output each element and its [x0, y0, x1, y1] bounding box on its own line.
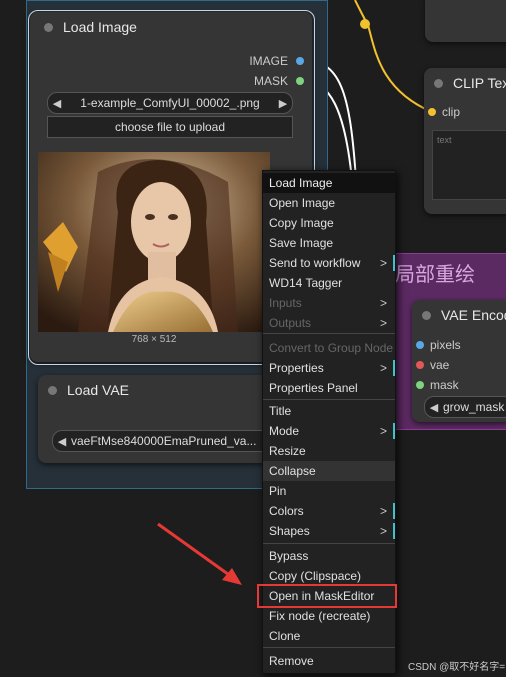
node-status-dot [434, 78, 443, 88]
node-status-dot [48, 385, 57, 395]
menu-item-shapes[interactable]: Shapes > [263, 521, 395, 541]
submenu-indicator [393, 423, 395, 439]
grow-mask-value: grow_mask [443, 400, 505, 414]
menu-separator [263, 333, 395, 334]
submenu-indicator [393, 360, 395, 376]
menu-item-label: Clone [269, 629, 301, 643]
menu-item-label: Shapes [269, 524, 310, 538]
menu-item-label: Properties [269, 361, 324, 375]
vae-name-value: vaeFtMse840000EmaPruned_va... [71, 434, 257, 448]
menu-item-pin[interactable]: Pin [263, 481, 395, 501]
clip-input-label: clip [442, 105, 461, 119]
graph-canvas[interactable]: CLIP Tex clip text 局部重绘 VAE Encod pixels… [0, 0, 506, 677]
menu-item-outputs[interactable]: Outputs > [263, 313, 395, 333]
grow-mask-combo[interactable]: ◀ grow_mask [424, 396, 506, 418]
menu-item-label: Copy (Clipspace) [269, 569, 362, 583]
menu-item-resize[interactable]: Resize [263, 441, 395, 461]
clip-input-port[interactable] [428, 108, 436, 116]
menu-item-label: Pin [269, 484, 287, 498]
menu-separator [263, 647, 395, 648]
vae-input-port[interactable] [416, 361, 424, 369]
menu-item-label: Open Image [269, 196, 336, 210]
menu-item-copy-clipspace[interactable]: Copy (Clipspace) [263, 566, 395, 586]
load-vae-node[interactable]: Load VAE ◀ vaeFtMse840000EmaPruned_va... [38, 375, 289, 463]
submenu-indicator [393, 255, 395, 271]
group-title: 局部重绘 [395, 264, 475, 286]
menu-item-label: Outputs [269, 316, 312, 330]
submenu-arrow-icon: > [379, 296, 387, 310]
menu-item-mode[interactable]: Mode > [263, 421, 395, 441]
menu-item-copy-image[interactable]: Copy Image [263, 213, 395, 233]
clip-text-node[interactable]: CLIP Tex clip text [424, 68, 506, 214]
menu-item-fix-node-recreate[interactable]: Fix node (recreate) [263, 606, 395, 626]
menu-item-label: Resize [269, 444, 306, 458]
pixels-input-label: pixels [430, 338, 461, 352]
menu-item-label: Load Image [269, 176, 333, 190]
menu-item-label: Title [269, 404, 292, 418]
menu-item-label: Mode [269, 424, 300, 438]
menu-item-label: Colors [269, 504, 304, 518]
submenu-arrow-icon: > [379, 316, 387, 330]
watermark: CSDN @取不好名字= [408, 662, 506, 673]
menu-item-colors[interactable]: Colors > [263, 501, 395, 521]
load-vae-title: Load VAE [67, 382, 130, 398]
combo-left-arrow-icon[interactable]: ◀ [53, 435, 71, 448]
mask-input-label: mask [430, 378, 459, 392]
menu-item-label: Bypass [269, 549, 309, 563]
menu-item-label: Collapse [269, 464, 316, 478]
mask-input-port[interactable] [416, 381, 424, 389]
submenu-arrow-icon: > [379, 504, 387, 518]
submenu-indicator [393, 503, 395, 519]
menu-item-label: Remove [269, 654, 314, 668]
vae-input-label: vae [430, 358, 450, 372]
menu-item-label: Properties Panel [269, 381, 358, 395]
menu-item-label: Save Image [269, 236, 334, 250]
clip-node-title: CLIP Tex [453, 75, 506, 91]
menu-item-label: WD14 Tagger [269, 276, 343, 290]
menu-item-remove[interactable]: Remove [263, 651, 395, 671]
combo-left-arrow-icon[interactable]: ◀ [425, 401, 443, 414]
menu-item-convert-to-group-node[interactable]: Convert to Group Node [263, 338, 395, 358]
node-context-menu[interactable]: Load Image Open Image Copy Image Save Image… [257, 170, 397, 674]
clip-text-area[interactable]: text [432, 130, 506, 200]
node-status-dot [422, 310, 431, 320]
menu-item-label: Inputs [269, 296, 302, 310]
menu-separator [263, 399, 395, 400]
submenu-arrow-icon: > [379, 361, 387, 375]
menu-item-clone[interactable]: Clone [263, 626, 395, 646]
menu-item-title[interactable]: Title [263, 401, 395, 421]
menu-item-properties[interactable]: Properties > [263, 358, 395, 378]
submenu-arrow-icon: > [379, 256, 387, 270]
clip-wire-reroute [360, 19, 370, 29]
menu-item-send-to-workflow[interactable]: Send to workflow > [263, 253, 395, 273]
menu-item-load-image: Load Image [263, 173, 395, 193]
submenu-arrow-icon: > [379, 524, 387, 538]
top-node-fragment[interactable] [425, 0, 506, 42]
menu-item-collapse[interactable]: Collapse [263, 461, 395, 481]
menu-item-label: Send to workflow [269, 256, 361, 270]
vae-encode-node[interactable]: VAE Encod pixels vae mask ◀ grow_mask [412, 300, 506, 422]
menu-separator [263, 543, 395, 544]
menu-item-bypass[interactable]: Bypass [263, 546, 395, 566]
menu-item-label: Copy Image [269, 216, 334, 230]
menu-item-properties-panel[interactable]: Properties Panel [263, 378, 395, 398]
menu-item-label: Fix node (recreate) [269, 609, 371, 623]
pixels-input-port[interactable] [416, 341, 424, 349]
menu-item-label: Convert to Group Node [269, 341, 394, 355]
vae-encode-title: VAE Encod [441, 307, 506, 323]
submenu-indicator [393, 523, 395, 539]
clip-text-placeholder: text [437, 135, 452, 145]
menu-item-save-image[interactable]: Save Image [263, 233, 395, 253]
menu-item-inputs[interactable]: Inputs > [263, 293, 395, 313]
submenu-arrow-icon: > [379, 424, 387, 438]
highlight-box [257, 584, 397, 608]
vae-name-combo[interactable]: ◀ vaeFtMse840000EmaPruned_va... [52, 430, 289, 452]
menu-item-wd14-tagger[interactable]: WD14 Tagger [263, 273, 395, 293]
clip-wire [354, 0, 433, 113]
menu-item-open-image[interactable]: Open Image [263, 193, 395, 213]
